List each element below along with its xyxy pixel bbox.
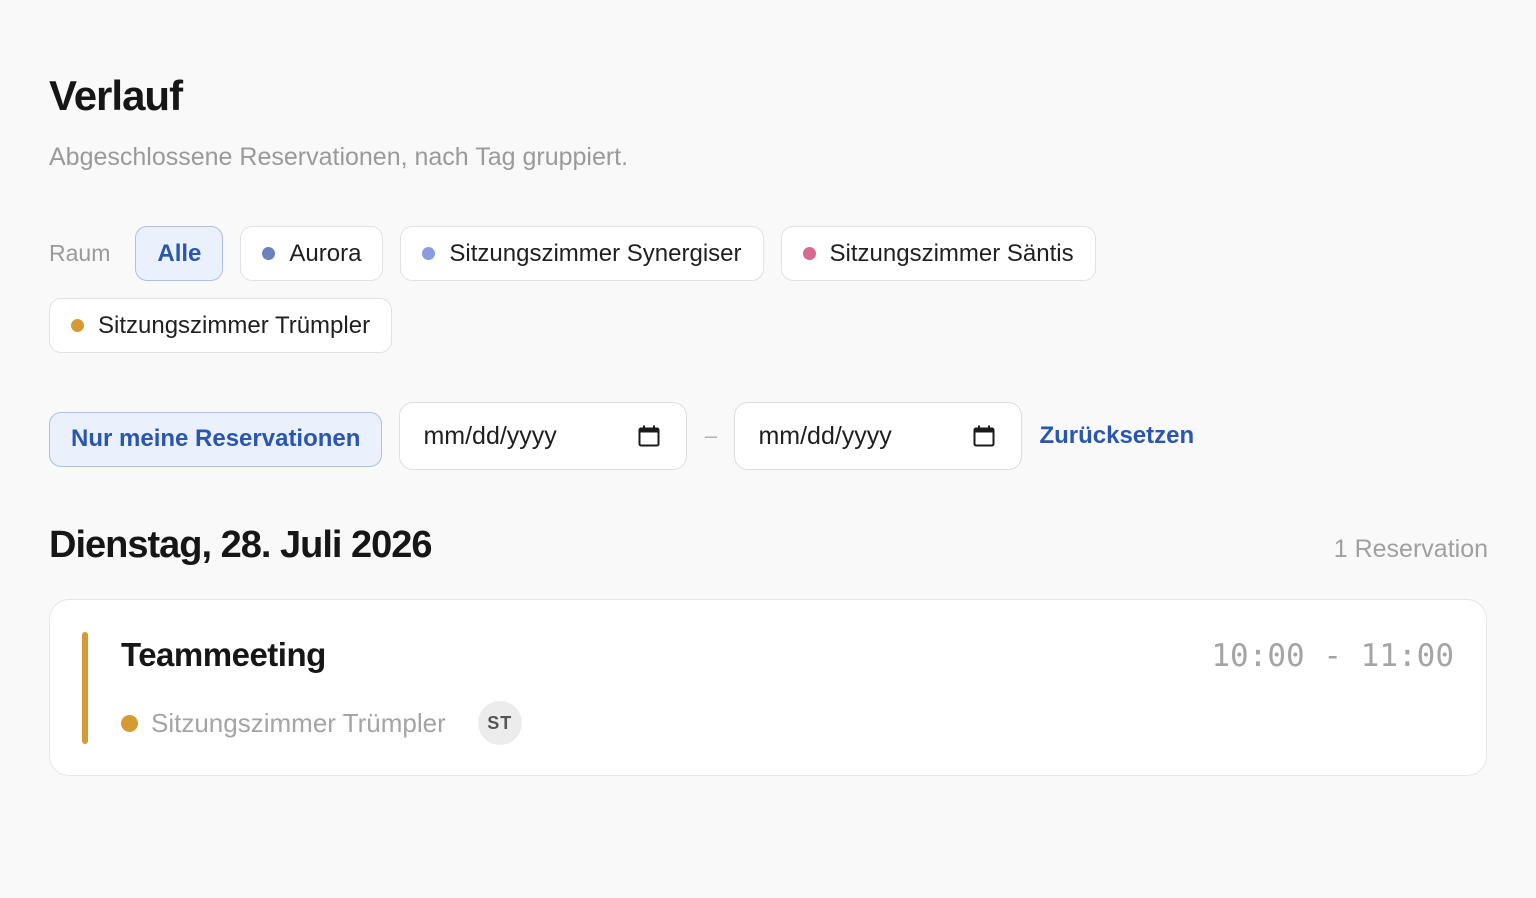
room-color-dot (802, 247, 816, 260)
my-reservations-toggle[interactable]: Nur meine Reservationen (49, 411, 383, 467)
day-heading: Dienstag, 28. Juli 2026 (49, 524, 433, 566)
room-chip-label: Sitzungszimmer Synergiser (449, 239, 742, 267)
reservation-title: Teammeeting (121, 636, 326, 673)
filter-controls: Nur meine Reservationen mm/dd/yyyy – mm/… (49, 402, 1194, 470)
calendar-icon[interactable] (973, 425, 995, 447)
room-color-dot (121, 714, 138, 732)
room-color-dot (262, 247, 276, 260)
room-chip-aurora[interactable]: Aurora (240, 226, 384, 281)
avatar: ST (477, 701, 522, 745)
room-chip-label: Sitzungszimmer Trümpler (98, 311, 371, 339)
reservation-card[interactable]: Teammeeting 10:00 - 11:00 Sitzungszimmer… (49, 599, 1487, 776)
room-chip-all[interactable]: Alle (135, 226, 224, 281)
date-from-input[interactable]: mm/dd/yyyy (399, 402, 688, 470)
date-to-placeholder: mm/dd/yyyy (758, 421, 892, 450)
room-filter-label: Raum (49, 240, 111, 266)
date-to-input[interactable]: mm/dd/yyyy (734, 402, 1023, 470)
room-chip-truempler[interactable]: Sitzungszimmer Trümpler (49, 298, 393, 353)
history-page: Verlauf Abgeschlossene Reservationen, na… (0, 0, 1536, 898)
reservation-meta: Sitzungszimmer Trümpler ST (121, 701, 522, 745)
room-filter: Raum Alle Aurora Sitzungszimmer Synergis… (49, 226, 1209, 353)
page-subtitle: Abgeschlossene Reservationen, nach Tag g… (49, 143, 629, 171)
room-chip-label: Sitzungszimmer Säntis (829, 239, 1074, 267)
day-reservation-count: 1 Reservation (1333, 535, 1488, 563)
reservation-time: 10:00 - 11:00 (1211, 638, 1454, 674)
room-color-dot (422, 247, 436, 260)
room-chip-label: Aurora (289, 239, 362, 267)
date-from-placeholder: mm/dd/yyyy (423, 421, 557, 450)
room-color-accent (82, 632, 88, 744)
calendar-icon[interactable] (638, 425, 660, 447)
reset-link[interactable]: Zurücksetzen (1039, 422, 1194, 450)
room-color-dot (71, 319, 84, 332)
room-chip-synergiser[interactable]: Sitzungszimmer Synergiser (400, 226, 764, 281)
page-title: Verlauf (49, 72, 183, 119)
room-chip-label: Alle (157, 239, 202, 267)
reservation-room: Sitzungszimmer Trümpler (151, 707, 446, 738)
room-chip-saentis[interactable]: Sitzungszimmer Säntis (780, 226, 1096, 281)
date-range-separator: – (704, 423, 718, 448)
